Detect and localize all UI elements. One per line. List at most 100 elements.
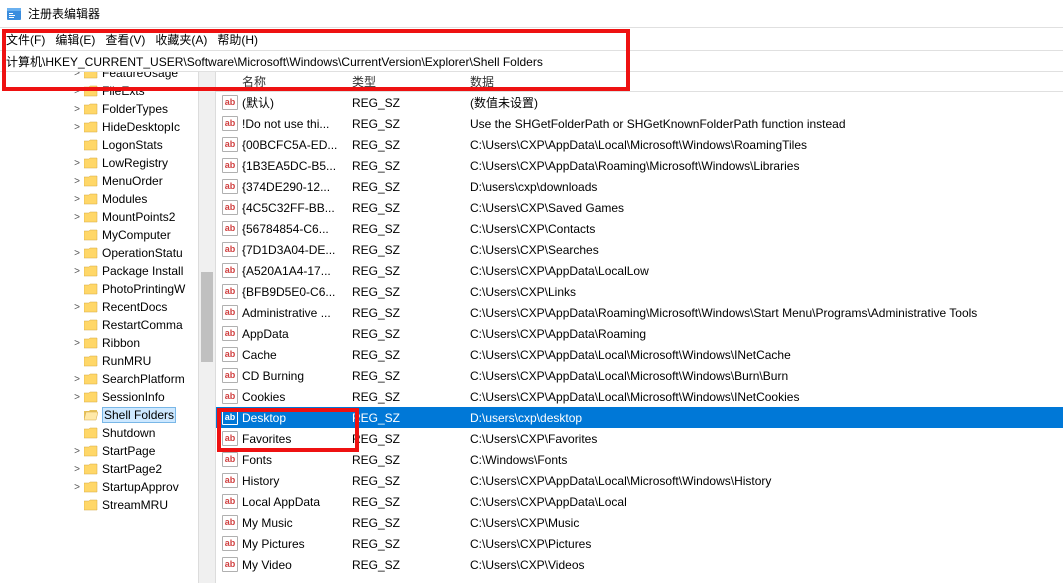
tree-scrollbar[interactable] — [198, 72, 215, 583]
chevron-right-icon[interactable]: > — [72, 72, 82, 79]
value-row[interactable]: ab(默认)REG_SZ(数值未设置) — [216, 92, 1063, 113]
tree-item[interactable]: >OperationStatu — [0, 244, 215, 262]
tree-item[interactable]: >Modules — [0, 190, 215, 208]
value-row[interactable]: abMy PicturesREG_SZC:\Users\CXP\Pictures — [216, 533, 1063, 554]
tree-item-label: HideDesktopIc — [102, 120, 180, 134]
tree-item-label: StartPage — [102, 444, 155, 458]
value-row[interactable]: abAppDataREG_SZC:\Users\CXP\AppData\Roam… — [216, 323, 1063, 344]
value-row[interactable]: ab{374DE290-12...REG_SZD:\users\cxp\down… — [216, 176, 1063, 197]
string-value-icon: ab — [222, 557, 238, 572]
chevron-right-icon[interactable]: > — [72, 212, 82, 223]
tree-item[interactable]: >Package Install — [0, 262, 215, 280]
chevron-right-icon[interactable]: > — [72, 176, 82, 187]
string-value-icon: ab — [222, 116, 238, 131]
chevron-right-icon[interactable]: > — [72, 482, 82, 493]
tree-item[interactable]: >Ribbon — [0, 334, 215, 352]
scrollbar-thumb[interactable] — [201, 272, 213, 362]
chevron-right-icon[interactable]: > — [72, 374, 82, 385]
value-data: C:\Users\CXP\AppData\Roaming\Microsoft\W… — [464, 159, 1063, 173]
value-row[interactable]: abFavoritesREG_SZC:\Users\CXP\Favorites — [216, 428, 1063, 449]
tree-item[interactable]: LogonStats — [0, 136, 215, 154]
tree-item[interactable]: >FileExts — [0, 82, 215, 100]
value-row[interactable]: abCD BurningREG_SZC:\Users\CXP\AppData\L… — [216, 365, 1063, 386]
folder-icon — [84, 319, 98, 331]
tree-item[interactable]: > StartPage — [0, 442, 215, 460]
string-value-icon: ab — [222, 305, 238, 320]
chevron-right-icon[interactable]: > — [72, 104, 82, 115]
chevron-right-icon[interactable]: > — [72, 194, 82, 205]
chevron-right-icon[interactable]: > — [72, 122, 82, 133]
tree-item[interactable]: >SearchPlatform — [0, 370, 215, 388]
address-bar[interactable]: 计算机\HKEY_CURRENT_USER\Software\Microsoft… — [0, 50, 1063, 72]
value-row[interactable]: abMy VideoREG_SZC:\Users\CXP\Videos — [216, 554, 1063, 575]
tree-item[interactable]: >StartPage2 — [0, 460, 215, 478]
tree-item[interactable]: >MenuOrder — [0, 172, 215, 190]
tree-item[interactable]: >FolderTypes — [0, 100, 215, 118]
tree-item[interactable]: RunMRU — [0, 352, 215, 370]
value-row[interactable]: ab{A520A1A4-17...REG_SZC:\Users\CXP\AppD… — [216, 260, 1063, 281]
value-row[interactable]: abLocal AppDataREG_SZC:\Users\CXP\AppDat… — [216, 491, 1063, 512]
value-name: {A520A1A4-17... — [242, 264, 331, 278]
value-row[interactable]: abDesktopREG_SZD:\users\cxp\desktop — [216, 407, 1063, 428]
chevron-right-icon[interactable]: > — [72, 338, 82, 349]
chevron-right-icon[interactable]: > — [72, 464, 82, 475]
value-type: REG_SZ — [346, 222, 464, 236]
menu-help[interactable]: 帮助(H) — [217, 31, 258, 48]
tree-item[interactable]: StreamMRU — [0, 496, 215, 514]
tree-item[interactable]: MyComputer — [0, 226, 215, 244]
value-row[interactable]: abCacheREG_SZC:\Users\CXP\AppData\Local\… — [216, 344, 1063, 365]
value-type: REG_SZ — [346, 537, 464, 551]
registry-app-icon — [6, 6, 22, 22]
tree-item[interactable]: >RecentDocs — [0, 298, 215, 316]
chevron-right-icon[interactable]: > — [72, 248, 82, 259]
tree-item-label: Shell Folders — [102, 407, 176, 423]
folder-icon — [84, 72, 98, 79]
tree-item[interactable]: PhotoPrintingW — [0, 280, 215, 298]
value-row[interactable]: abFontsREG_SZC:\Windows\Fonts — [216, 449, 1063, 470]
value-row[interactable]: ab{1B3EA5DC-B5...REG_SZC:\Users\CXP\AppD… — [216, 155, 1063, 176]
tree-item[interactable]: Shutdown — [0, 424, 215, 442]
tree-item[interactable]: >MountPoints2 — [0, 208, 215, 226]
tree-pane[interactable]: >FeatureUsage>FileExts>FolderTypes>HideD… — [0, 72, 216, 583]
value-row[interactable]: abMy MusicREG_SZC:\Users\CXP\Music — [216, 512, 1063, 533]
value-row[interactable]: ab!Do not use thi...REG_SZUse the SHGetF… — [216, 113, 1063, 134]
tree-item[interactable]: RestartComma — [0, 316, 215, 334]
value-type: REG_SZ — [346, 558, 464, 572]
chevron-right-icon[interactable]: > — [72, 158, 82, 169]
menu-file[interactable]: 文件(F) — [6, 31, 45, 48]
menu-bar: 文件(F) 编辑(E) 查看(V) 收藏夹(A) 帮助(H) — [0, 28, 1063, 50]
col-header-name[interactable]: 名称 — [216, 73, 346, 90]
values-pane[interactable]: 名称 类型 数据 ab(默认)REG_SZ(数值未设置)ab!Do not us… — [216, 72, 1063, 583]
chevron-right-icon[interactable]: > — [72, 86, 82, 97]
chevron-right-icon[interactable]: > — [72, 392, 82, 403]
folder-icon — [84, 481, 98, 493]
tree-item[interactable]: > HideDesktopIc — [0, 118, 215, 136]
tree-item[interactable]: >SessionInfo — [0, 388, 215, 406]
tree-item[interactable]: >StartupApprov — [0, 478, 215, 496]
value-row[interactable]: abAdministrative ...REG_SZC:\Users\CXP\A… — [216, 302, 1063, 323]
value-row[interactable]: ab{BFB9D5E0-C6...REG_SZC:\Users\CXP\Link… — [216, 281, 1063, 302]
folder-icon — [84, 265, 98, 277]
value-row[interactable]: abCookiesREG_SZC:\Users\CXP\AppData\Loca… — [216, 386, 1063, 407]
menu-edit[interactable]: 编辑(E) — [55, 31, 95, 48]
folder-icon — [84, 85, 98, 97]
string-value-icon: ab — [222, 452, 238, 467]
value-row[interactable]: ab{56784854-C6...REG_SZC:\Users\CXP\Cont… — [216, 218, 1063, 239]
chevron-right-icon[interactable]: > — [72, 266, 82, 277]
value-row[interactable]: ab{4C5C32FF-BB...REG_SZC:\Users\CXP\Save… — [216, 197, 1063, 218]
value-row[interactable]: ab{7D1D3A04-DE...REG_SZC:\Users\CXP\Sear… — [216, 239, 1063, 260]
folder-icon — [84, 427, 98, 439]
menu-view[interactable]: 查看(V) — [105, 31, 145, 48]
value-name: {00BCFC5A-ED... — [242, 138, 337, 152]
tree-item[interactable]: >LowRegistry — [0, 154, 215, 172]
value-row[interactable]: ab{00BCFC5A-ED...REG_SZC:\Users\CXP\AppD… — [216, 134, 1063, 155]
value-row[interactable]: abHistoryREG_SZC:\Users\CXP\AppData\Loca… — [216, 470, 1063, 491]
tree-item[interactable]: >FeatureUsage — [0, 72, 215, 82]
chevron-right-icon[interactable]: > — [72, 302, 82, 313]
menu-favorites[interactable]: 收藏夹(A) — [155, 31, 207, 48]
tree-item[interactable]: Shell Folders — [0, 406, 215, 424]
col-header-type[interactable]: 类型 — [346, 73, 464, 90]
chevron-right-icon[interactable]: > — [72, 446, 82, 457]
value-data: Use the SHGetFolderPath or SHGetKnownFol… — [464, 117, 1063, 131]
col-header-data[interactable]: 数据 — [464, 73, 1063, 90]
